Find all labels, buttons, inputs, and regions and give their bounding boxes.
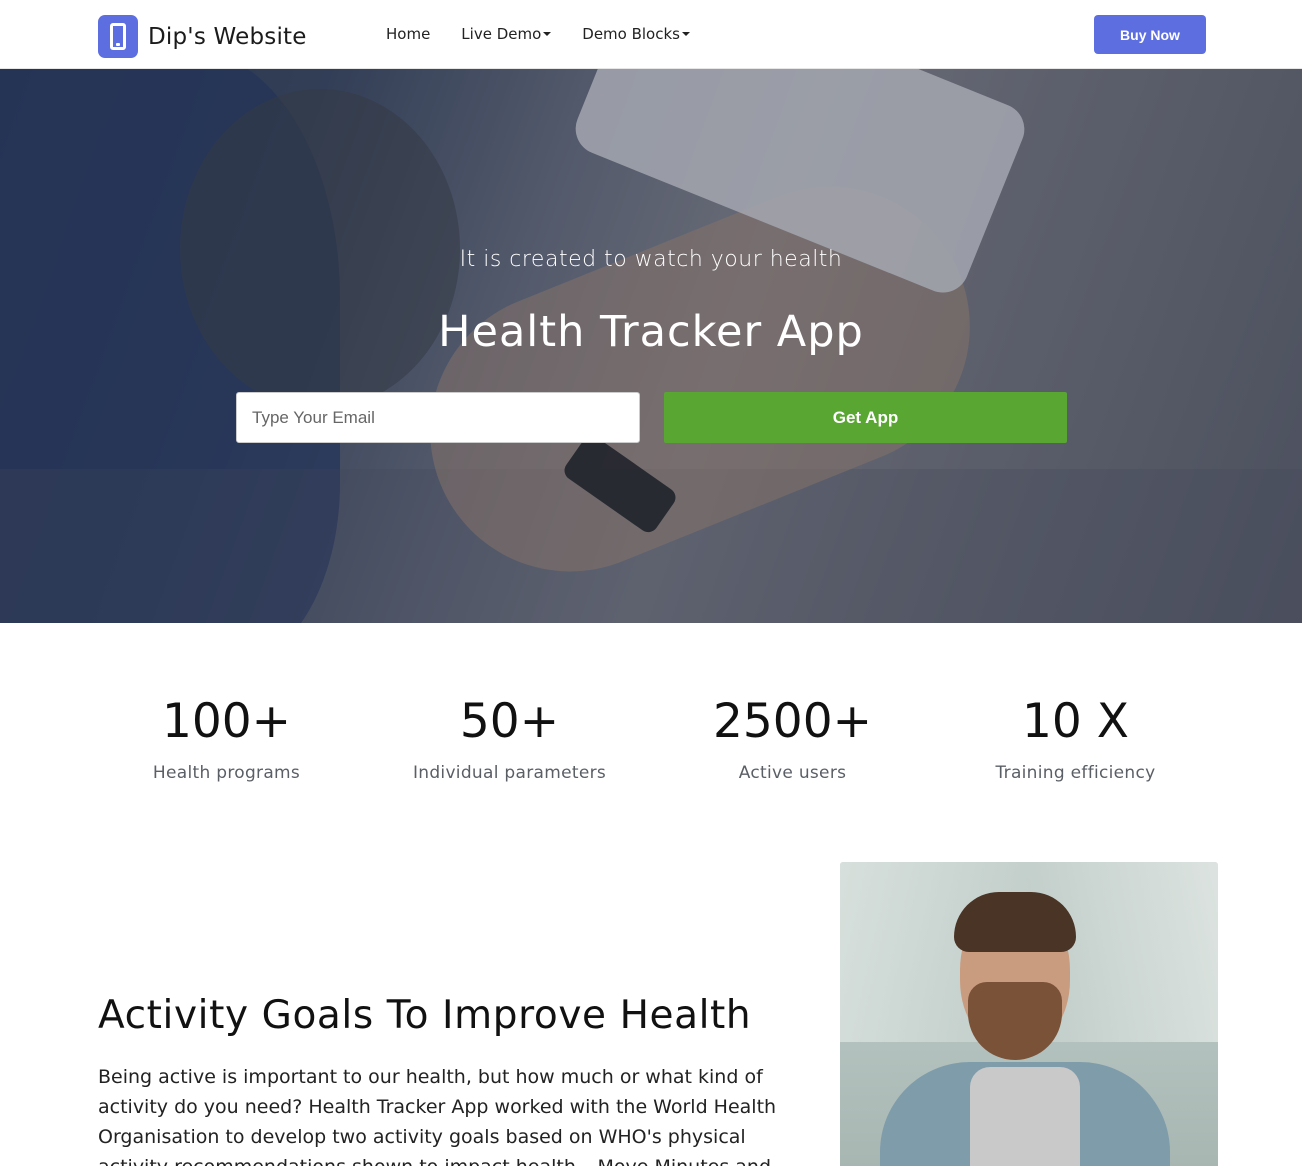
stat-label: Health programs	[152, 763, 301, 783]
phone-icon	[98, 15, 138, 58]
photo-shape	[968, 982, 1062, 1060]
activity-title: Activity Goals To Improve Health	[98, 993, 752, 1038]
photo-shape	[970, 1067, 1080, 1166]
activity-text: Being active is important to our health,…	[98, 1066, 777, 1166]
stat-item: 50+ Individual parameters	[368, 693, 651, 783]
nav-links: Home Live Demo Demo Blocks	[386, 25, 721, 43]
buy-now-button[interactable]: Buy Now	[1094, 15, 1206, 54]
nav-link-live-demo[interactable]: Live Demo	[461, 25, 552, 43]
hero-section: It is created to watch your health Healt…	[0, 69, 1302, 623]
stat-value: 2500+	[713, 694, 872, 749]
nav-link-demo-blocks[interactable]: Demo Blocks	[582, 25, 690, 43]
navbar: Dip's Website Home Live Demo Demo Blocks…	[0, 0, 1302, 69]
stat-value: 50+	[459, 694, 560, 749]
photo-shape	[954, 892, 1076, 952]
brand[interactable]: Dip's Website	[98, 15, 307, 58]
stat-item: 100+ Health programs	[85, 693, 368, 783]
brand-name: Dip's Website	[148, 23, 307, 50]
nav-link-label: Demo Blocks	[582, 25, 680, 43]
stat-item: 10 X Training efficiency	[934, 693, 1217, 783]
stat-item: 2500+ Active users	[651, 693, 934, 783]
stat-label: Training efficiency	[995, 763, 1156, 783]
stat-value: 100+	[161, 694, 292, 749]
stat-label: Active users	[738, 763, 847, 783]
nav-link-label: Live Demo	[461, 25, 542, 43]
caret-down-icon	[682, 32, 690, 36]
hero-title: Health Tracker App	[438, 307, 864, 357]
man-with-phone-photo	[840, 862, 1218, 1166]
hero-subtitle: It is created to watch your health	[459, 247, 843, 272]
stat-value: 10 X	[1022, 694, 1129, 749]
caret-down-icon	[543, 32, 552, 36]
get-app-button[interactable]: Get App	[664, 392, 1067, 443]
nav-link-home[interactable]: Home	[386, 25, 430, 43]
nav-link-label: Home	[386, 25, 431, 43]
email-input[interactable]	[236, 392, 640, 443]
stat-label: Individual parameters	[412, 763, 607, 783]
